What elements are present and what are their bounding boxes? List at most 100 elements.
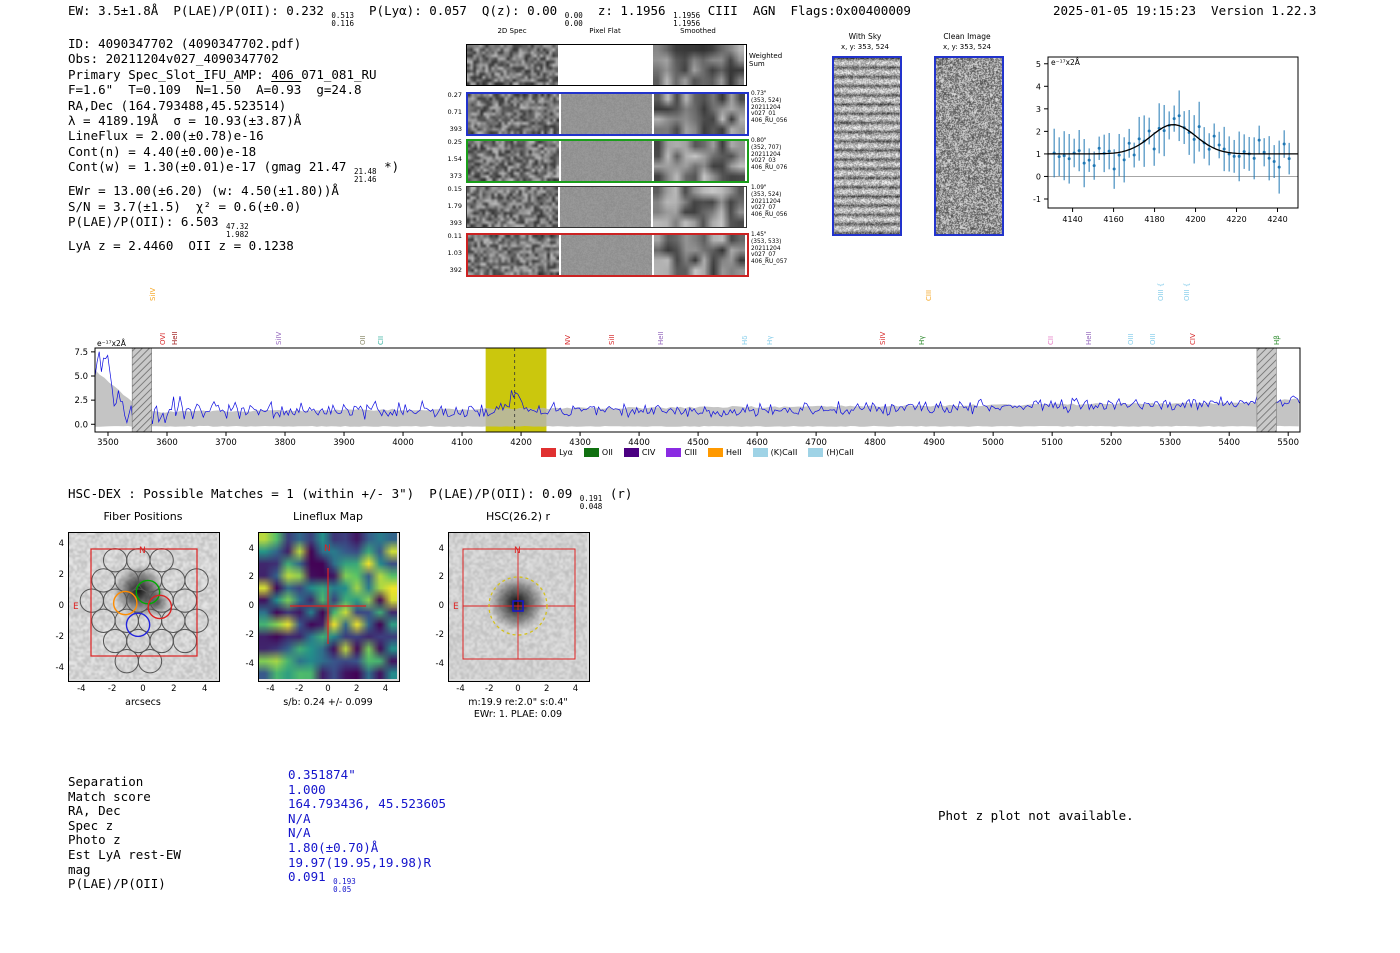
metric: 1.54 [447, 155, 462, 163]
value-uncertainty: 0.00 0.00 [564, 11, 583, 28]
legend-label: CIII [684, 448, 697, 457]
metric: 0.25 [447, 138, 462, 146]
match-value-4: N/A [288, 825, 311, 841]
with-sky-title: With Sky [848, 32, 882, 41]
cutout-ytick: 2 [58, 570, 64, 581]
header-summary: EW: 3.5±1.8Å P(LAE)/P(OII): 0.232 0.513 0… [68, 3, 911, 28]
cutout-xtick: 0 [325, 684, 331, 694]
svg-text:5300: 5300 [1159, 438, 1181, 448]
svg-text:4: 4 [1036, 82, 1041, 91]
photz-note: Phot z plot not available. [938, 808, 1134, 823]
cutout-panel-2: NE [448, 532, 590, 682]
info-line-7: Cont(n) = 4.40(±0.00)e-18 [68, 143, 257, 159]
spec2d-row [466, 186, 747, 228]
svg-text:5100: 5100 [1041, 438, 1063, 448]
svg-text:4300: 4300 [569, 438, 591, 448]
emission-line-label-H: Hβ [1273, 335, 1281, 345]
info-line-5: λ = 4189.19Å σ = 10.93(±3.87)Å [68, 113, 302, 129]
spec2d-row [466, 92, 749, 136]
annotation-line: 1.45" [751, 232, 767, 238]
metric: 393 [449, 219, 462, 227]
svg-text:5.0: 5.0 [74, 372, 88, 382]
spec2d-cell-noise [468, 235, 559, 275]
cutout-ytick: 4 [248, 543, 254, 554]
emission-line-label-OIII: OIII { [1157, 282, 1165, 301]
emission-line-label-OII: OII [359, 335, 367, 345]
spec2d-cell-smooth [654, 235, 745, 275]
svg-text:N: N [324, 544, 331, 554]
info-line-1: Obs: 20211204v027_4090347702 [68, 51, 279, 67]
spec2d-row-metrics: 0.25 1.54 373 [438, 138, 462, 180]
svg-text:e⁻¹⁷x2Å: e⁻¹⁷x2Å [1051, 58, 1081, 67]
legend-swatch [583, 448, 599, 457]
svg-text:0.0: 0.0 [74, 420, 88, 430]
svg-text:N: N [139, 546, 146, 556]
emission-line-label-H: Hδ [741, 335, 749, 345]
legend-item: (H)CaII [808, 448, 854, 457]
metric: 1.03 [447, 249, 462, 257]
emission-line-label-NV: NV [564, 334, 572, 345]
svg-text:N: N [514, 546, 521, 556]
spec2d-cell-flat [560, 187, 651, 227]
emission-line-label-SiII: SiII [608, 334, 616, 345]
spec2d-cell-flat [561, 235, 652, 275]
annotation-line: 0.73" [751, 91, 767, 97]
spec2d-row-annotation: 0.73" (353, 524) 20211204 v027_01 406_RU_056 [751, 91, 787, 125]
spec2d-image [561, 235, 652, 275]
annotation-line: 20211204 [751, 104, 781, 111]
cutout-overlay-1: N [290, 544, 366, 644]
spec2d-image [654, 141, 745, 181]
emission-line-label-HeII: HeII [1085, 331, 1093, 345]
metric: 0.27 [447, 91, 462, 99]
spec2d-image [654, 94, 745, 134]
cutout-xtick: 2 [171, 684, 177, 694]
spec2d-row-metrics: 0.27 0.71 393 [438, 91, 462, 133]
metric: 0.15 [447, 185, 462, 193]
info-line-4: RA,Dec (164.793488,45.523514) [68, 97, 287, 113]
cutout-xtick: 2 [354, 684, 360, 694]
legend-item: HeII [708, 448, 742, 457]
legend-swatch [708, 448, 723, 457]
spec2d-cell-smooth [653, 45, 744, 85]
spec2d-col-title: Smoothed [680, 27, 716, 35]
emission-line-label-CII: CII [1047, 335, 1055, 345]
cutout-xtick: 2 [544, 684, 550, 694]
metric: 1.79 [447, 202, 462, 210]
value-uncertainty: 0.191 0.048 [579, 494, 603, 511]
svg-text:3600: 3600 [156, 438, 178, 448]
svg-text:5000: 5000 [982, 438, 1004, 448]
cutout-xtick: -4 [456, 684, 465, 694]
annotation-line: 406_RU_076 [751, 165, 788, 172]
value-uncertainty: 0.513 0.116 [331, 11, 354, 28]
annotation-line: 20211204 [751, 245, 781, 252]
emission-line-label-CIII: CIII [925, 289, 933, 301]
cutout-xlabel-0: arcsecs [125, 697, 161, 708]
match-label-7: P(LAE)/P(OII) [68, 876, 166, 892]
cutout-ytick: 0 [58, 601, 64, 611]
match-value-0: 0.351874" [288, 767, 356, 782]
svg-text:0: 0 [1036, 172, 1041, 181]
spec2d-col-title: Pixel Flat [589, 27, 621, 35]
legend-swatch [752, 448, 768, 457]
annotation-line: 0.80" [751, 138, 767, 144]
match-value-7: 0.091 0.193 0.05 [288, 869, 356, 894]
svg-text:4180: 4180 [1144, 215, 1164, 224]
annotation-line: v027_01 [751, 111, 776, 118]
cutout-ytick: 4 [58, 539, 64, 550]
cutout-ytick: 0 [438, 601, 444, 611]
spec2d-row-annotation: 0.80" (352, 707) 20211204 v027_03 406_RU_076 [751, 138, 787, 172]
match-label-1: Match score [68, 788, 151, 804]
svg-text:4160: 4160 [1103, 215, 1123, 224]
legend-label: Lyα [559, 448, 573, 457]
annotation-line: v027_03 [751, 158, 776, 165]
svg-text:3700: 3700 [215, 438, 237, 448]
annotation-line: 406_RU_056 [751, 118, 788, 125]
clean-image-coords: x, y: 353, 524 [943, 43, 991, 51]
emission-line-label-OVI: OVI [159, 332, 167, 345]
annotation-line: (353, 524) [751, 97, 782, 104]
spec2d-cell-noise [467, 45, 558, 85]
cutout-xtick: 0 [515, 684, 521, 694]
match-label-2: RA, Dec [68, 803, 121, 819]
annotation-line: (353, 524) [751, 191, 782, 198]
svg-text:4000: 4000 [392, 438, 414, 448]
